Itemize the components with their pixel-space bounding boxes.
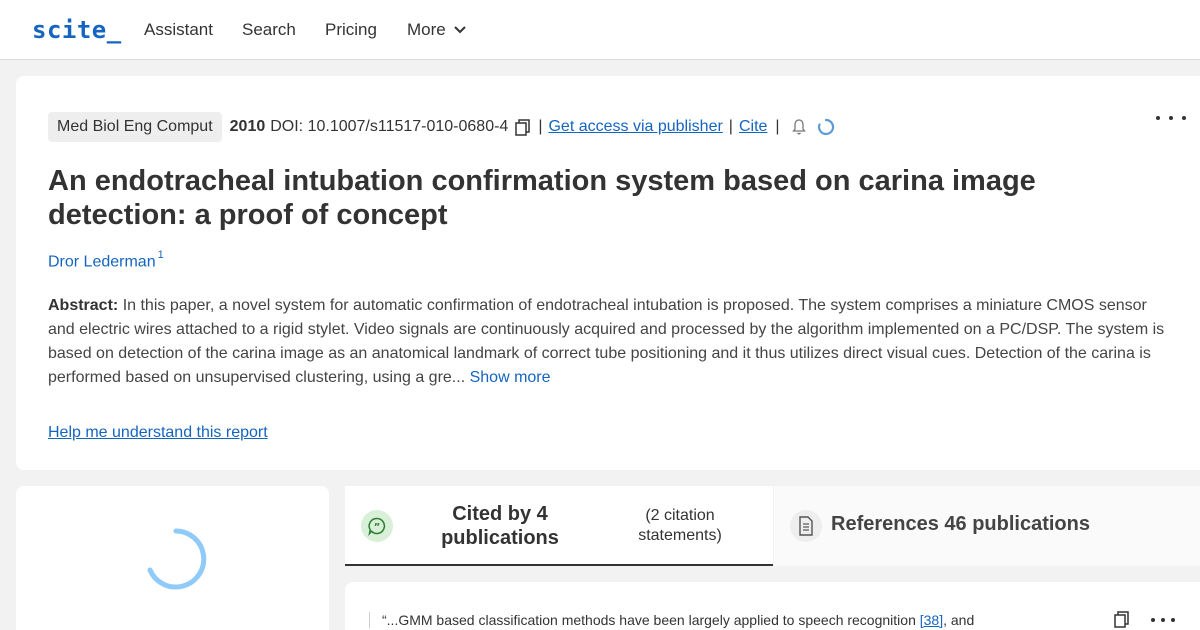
citation-statement-card: “...GMM based classification methods hav… — [345, 582, 1200, 630]
copy-icon[interactable] — [514, 118, 532, 136]
svg-text:”: ” — [374, 522, 381, 533]
paper-meta-row: Med Biol Eng Comput 2010 DOI: 10.1007/s1… — [48, 112, 836, 142]
show-more-link[interactable]: Show more — [470, 369, 551, 386]
tab-cited-by[interactable]: ” Cited by 4 publications (2 citation st… — [345, 486, 773, 566]
citation-statements-count: (2 citation statements) — [638, 507, 722, 544]
loading-spinner-icon — [816, 117, 836, 137]
paper-title: An endotracheal intubation confirmation … — [48, 165, 1036, 231]
cited-by-title: Cited by 4 publications — [441, 503, 559, 549]
quote-bubble-icon: ” — [361, 510, 393, 542]
nav-pricing[interactable]: Pricing — [325, 20, 377, 40]
quote-text-end: , and — [943, 612, 975, 628]
abstract-label: Abstract: — [48, 297, 119, 314]
more-options-icon[interactable] — [1156, 108, 1186, 128]
top-nav: scite_ Assistant Search Pricing More — [0, 0, 1200, 60]
author-link[interactable]: Dror Lederman 1 — [48, 249, 164, 271]
citation-quote: “...GMM based classification methods hav… — [369, 612, 1089, 628]
paper-card: Med Biol Eng Comput 2010 DOI: 10.1007/s1… — [16, 76, 1200, 470]
reference-link[interactable]: [38] — [920, 612, 943, 628]
scite-logo[interactable]: scite_ — [32, 16, 122, 44]
bell-icon[interactable] — [790, 118, 808, 136]
nav-more[interactable]: More — [407, 20, 466, 40]
copy-icon[interactable] — [1113, 610, 1131, 628]
quote-text: “...GMM based classification methods hav… — [382, 612, 920, 628]
loading-spinner-icon — [147, 528, 207, 590]
author-affiliation: 1 — [157, 249, 164, 261]
nav-more-label: More — [407, 20, 446, 39]
doi-text: DOI: 10.1007/s11517-010-0680-4 — [270, 118, 509, 135]
cite-link[interactable]: Cite — [739, 118, 767, 136]
chevron-down-icon — [454, 26, 466, 34]
author-name: Dror Lederman — [48, 253, 156, 271]
document-icon — [790, 510, 822, 542]
publication-year: 2010 — [229, 118, 266, 135]
nav-search[interactable]: Search — [242, 20, 296, 40]
references-title: References 46 publications — [831, 513, 1090, 535]
more-options-icon[interactable] — [1151, 610, 1175, 630]
separator: | — [775, 118, 780, 135]
citation-tabs: ” Cited by 4 publications (2 citation st… — [345, 486, 1200, 566]
tab-references[interactable]: References 46 publications — [774, 486, 1200, 566]
nav-assistant[interactable]: Assistant — [144, 20, 213, 40]
side-panel — [16, 486, 329, 630]
separator: | — [538, 118, 543, 135]
get-access-link[interactable]: Get access via publisher — [548, 118, 722, 136]
abstract-text: In this paper, a novel system for automa… — [48, 297, 1165, 386]
abstract: Abstract: In this paper, a novel system … — [48, 294, 1173, 390]
help-understand-link[interactable]: Help me understand this report — [48, 424, 268, 442]
separator: | — [728, 118, 733, 135]
journal-chip[interactable]: Med Biol Eng Comput — [48, 112, 222, 142]
